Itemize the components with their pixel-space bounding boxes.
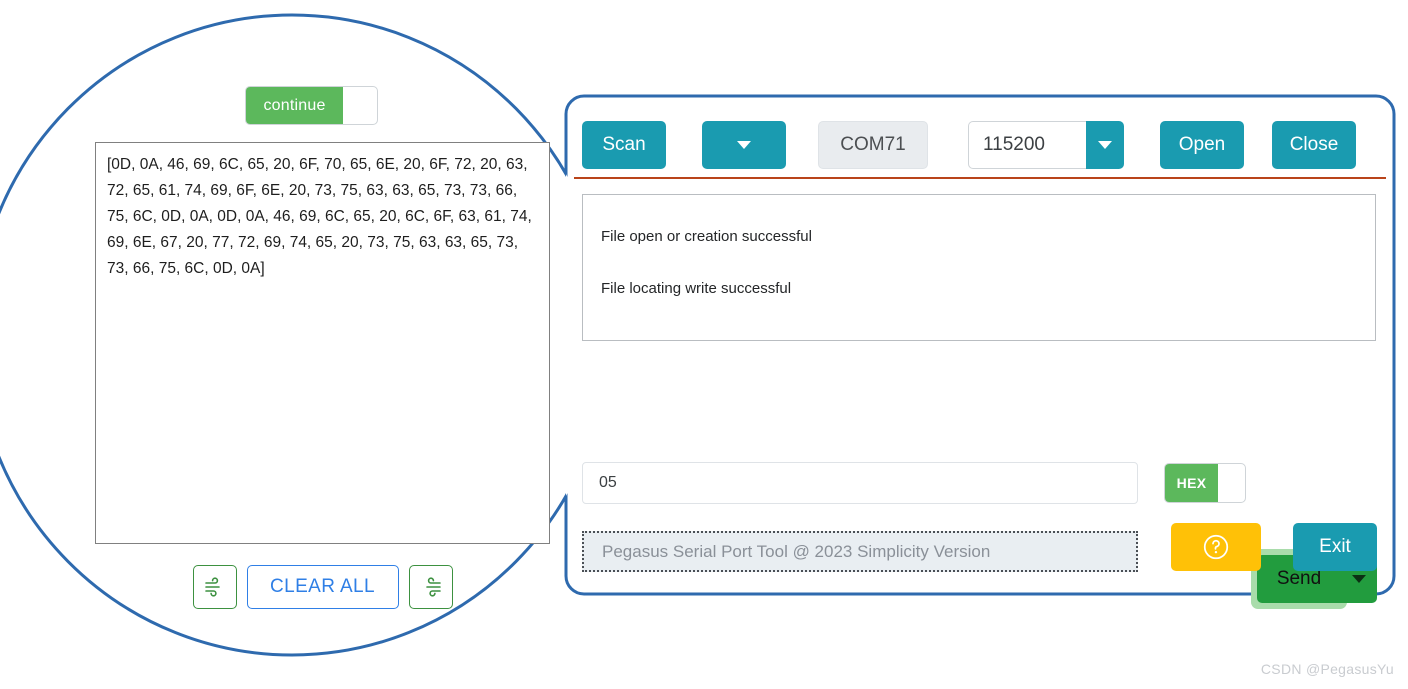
scan-label: Scan [602,134,646,155]
baudrate-dropdown-button[interactable] [1086,121,1124,169]
hexdump-text: [0D, 0A, 46, 69, 6C, 65, 20, 6F, 70, 65,… [107,156,532,277]
hex-mode-label: HEX [1165,464,1218,502]
receive-log-area[interactable]: File open or creation successful File lo… [582,194,1376,341]
wind-clear-icon [425,577,441,597]
open-port-button[interactable]: Open [1160,121,1244,169]
send-data-value: 05 [599,474,617,491]
connection-toolbar: Scan COM71 115200 Open Close [582,121,1356,169]
close-port-button[interactable]: Close [1272,121,1356,169]
status-bar-text: Pegasus Serial Port Tool @ 2023 Simplici… [602,541,991,561]
chevron-down-icon [1352,575,1366,583]
status-bar: Pegasus Serial Port Tool @ 2023 Simplici… [582,531,1138,572]
send-data-input[interactable]: 05 [582,462,1138,504]
continue-toggle[interactable]: continue [245,86,378,125]
port-name-value: COM71 [840,134,906,155]
help-button[interactable] [1171,523,1261,571]
exit-label: Exit [1319,536,1351,557]
watermark: CSDN @PegasusYu [1261,661,1394,677]
log-line: File open or creation successful [601,228,812,245]
baudrate-value: 115200 [968,121,1086,169]
send-label: Send [1276,568,1322,589]
zoomed-button-row: CLEAR ALL [95,565,550,609]
clear-all-button[interactable]: CLEAR ALL [246,565,399,609]
hexdump-textarea[interactable]: [0D, 0A, 46, 69, 6C, 65, 20, 6F, 70, 65,… [95,142,550,544]
baudrate-select[interactable]: 115200 [968,121,1124,169]
serial-port-tool-window: Scan COM71 115200 Open Close File open o… [566,96,1394,609]
chevron-down-icon [737,141,751,149]
clear-all-label: CLEAR ALL [270,576,375,597]
continue-toggle-label: continue [246,87,343,124]
port-name-field[interactable]: COM71 [818,121,928,169]
open-label: Open [1178,134,1226,155]
toolbar-divider [574,177,1386,179]
exit-button[interactable]: Exit [1293,523,1377,571]
question-circle-icon [1203,534,1229,560]
wind-clear-icon [204,577,220,597]
close-label: Close [1289,134,1339,155]
port-list-dropdown-button[interactable] [702,121,786,169]
hex-mode-toggle[interactable]: HEX [1164,463,1246,503]
chevron-down-icon [1098,141,1112,149]
log-line: File locating write successful [601,280,792,297]
zoomed-region: continue [0D, 0A, 46, 69, 6C, 65, 20, 6F… [0,0,600,689]
scan-button[interactable]: Scan [582,121,666,169]
clear-receive-button[interactable] [192,565,237,609]
clear-send-button[interactable] [408,565,453,609]
watermark-text: CSDN @PegasusYu [1260,661,1394,677]
